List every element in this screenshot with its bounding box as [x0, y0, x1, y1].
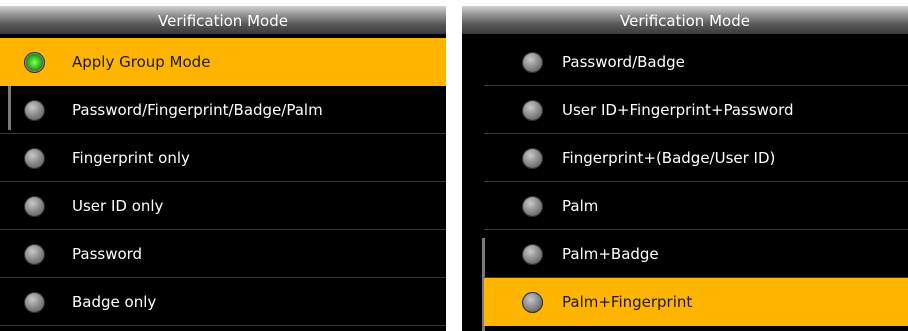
radio-unchecked-icon[interactable] — [522, 243, 543, 265]
radio-unchecked-icon[interactable] — [522, 51, 543, 73]
list-item-user-id-fingerprint-password[interactable]: User ID+Fingerprint+Password — [484, 86, 908, 134]
list-item-label: Palm+Fingerprint — [562, 292, 693, 311]
list-item-user-id-only[interactable]: User ID only — [0, 182, 446, 230]
list-item-label: Password — [72, 244, 143, 263]
radio-unchecked-icon[interactable] — [522, 291, 543, 313]
list-item-palm-badge[interactable]: Palm+Badge — [484, 230, 908, 278]
screen-header: Verification Mode — [462, 0, 908, 34]
page-title: Verification Mode — [158, 12, 288, 30]
list-item-password-fingerprint-badge-palm[interactable]: Password/Fingerprint/Badge/Palm — [0, 86, 446, 134]
list-item-palm-fingerprint[interactable]: Palm+Fingerprint — [484, 278, 908, 326]
radio-unchecked-icon[interactable] — [522, 195, 543, 217]
list-item-label: Fingerprint+(Badge/User ID) — [562, 148, 776, 167]
radio-unchecked-icon[interactable] — [24, 99, 45, 121]
verification-mode-list: Password/Badge User ID+Fingerprint+Passw… — [484, 38, 908, 326]
list-item-label: User ID+Fingerprint+Password — [562, 100, 794, 119]
list-item-fingerprint-badge-user-id[interactable]: Fingerprint+(Badge/User ID) — [484, 134, 908, 182]
list-item-label: Apply Group Mode — [72, 52, 211, 71]
list-item-badge-only[interactable]: Badge only — [0, 278, 446, 326]
screen-header: Verification Mode — [0, 0, 446, 34]
list-item-label: Password/Fingerprint/Badge/Palm — [72, 100, 323, 119]
list-item-palm[interactable]: Palm — [484, 182, 908, 230]
radio-unchecked-icon[interactable] — [522, 147, 543, 169]
radio-checked-icon[interactable] — [24, 51, 45, 73]
verification-mode-list: Apply Group Mode Password/Fingerprint/Ba… — [0, 38, 446, 326]
list-item-fingerprint-only[interactable]: Fingerprint only — [0, 134, 446, 182]
list-item-label: Palm — [562, 196, 599, 215]
list-item-label: Badge only — [72, 292, 157, 311]
list-item-password-badge[interactable]: Password/Badge — [484, 38, 908, 86]
list-item-label: Fingerprint only — [72, 148, 190, 167]
radio-unchecked-icon[interactable] — [24, 195, 45, 217]
left-device-screen: Verification Mode Apply Group Mode Passw… — [0, 0, 446, 331]
radio-unchecked-icon[interactable] — [24, 243, 45, 265]
page-title: Verification Mode — [620, 12, 750, 30]
list-item-apply-group-mode[interactable]: Apply Group Mode — [0, 38, 446, 86]
right-device-screen: Verification Mode Password/Badge User ID… — [462, 0, 908, 331]
list-item-label: Password/Badge — [562, 52, 685, 71]
list-item-label: User ID only — [72, 196, 164, 215]
list-item-password[interactable]: Password — [0, 230, 446, 278]
radio-unchecked-icon[interactable] — [522, 99, 543, 121]
radio-unchecked-icon[interactable] — [24, 291, 45, 313]
list-item-label: Palm+Badge — [562, 244, 659, 263]
radio-unchecked-icon[interactable] — [24, 147, 45, 169]
